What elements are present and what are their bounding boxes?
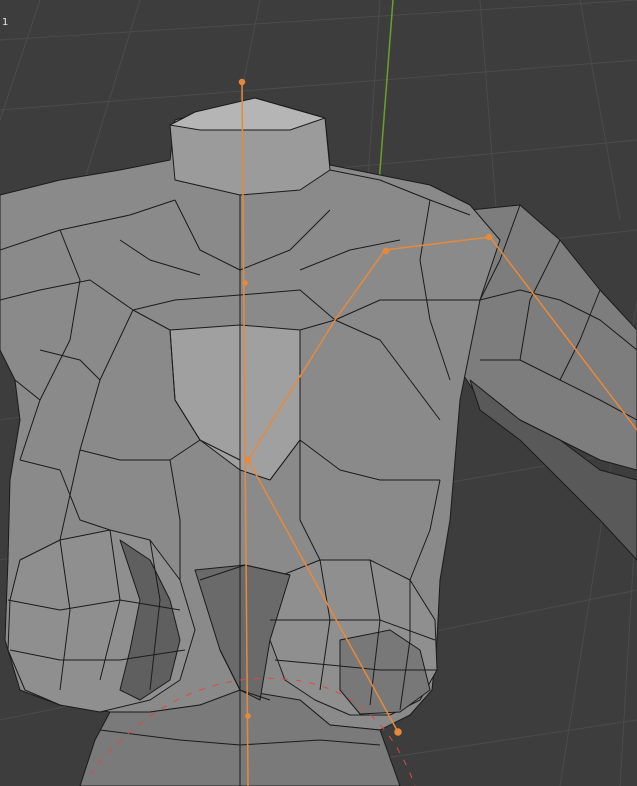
bone-joint-shoulder[interactable] xyxy=(382,247,390,255)
bone-joint-hip[interactable] xyxy=(245,713,251,719)
viewport-scene[interactable] xyxy=(0,0,637,786)
3d-viewport[interactable]: 1 xyxy=(0,0,637,786)
neck-top xyxy=(169,97,326,131)
frame-indicator: 1 xyxy=(2,17,9,28)
bone-joint-neck[interactable] xyxy=(242,280,248,286)
bone-tail-breast[interactable] xyxy=(394,728,402,736)
bone-joint-arm[interactable] xyxy=(485,233,493,241)
bone-head-top[interactable] xyxy=(238,78,246,86)
torso-mesh[interactable] xyxy=(0,97,637,786)
bone-joint-chest[interactable] xyxy=(244,456,252,464)
